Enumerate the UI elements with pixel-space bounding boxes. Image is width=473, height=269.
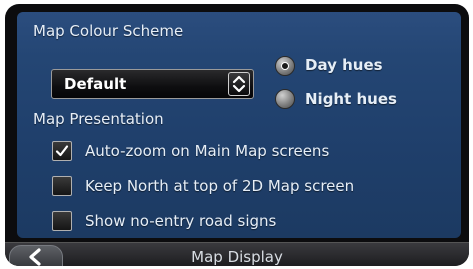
checkbox-auto-zoom[interactable]: [52, 141, 72, 161]
checkbox-label-keep-north: Keep North at top of 2D Map screen: [85, 177, 355, 195]
radio-night-hues[interactable]: [275, 89, 295, 109]
colour-scheme-dropdown[interactable]: Default: [51, 69, 254, 99]
dropdown-toggle[interactable]: [228, 72, 250, 96]
checkbox-label-auto-zoom: Auto-zoom on Main Map screens: [85, 142, 330, 160]
map-colour-scheme-label: Map Colour Scheme: [33, 22, 184, 40]
screen-title: Map Display: [191, 248, 283, 266]
dropdown-selected-value: Default: [64, 75, 127, 93]
radio-label-night-hues: Night hues: [305, 90, 397, 108]
bottom-bar: Map Display: [5, 242, 469, 266]
radio-selected-dot: [281, 62, 289, 70]
checkbox-label-no-entry-signs: Show no-entry road signs: [85, 212, 277, 230]
up-down-arrows-icon: [232, 75, 246, 93]
settings-panel: Map Colour Scheme Default Day hues Night…: [17, 12, 461, 238]
radio-day-hues[interactable]: [275, 56, 295, 76]
device-frame: Map Colour Scheme Default Day hues Night…: [5, 4, 469, 266]
checkmark-icon: [55, 145, 69, 157]
checkbox-keep-north[interactable]: [52, 176, 72, 196]
checkbox-no-entry-signs[interactable]: [52, 211, 72, 231]
map-presentation-label: Map Presentation: [33, 110, 164, 128]
radio-label-day-hues: Day hues: [305, 56, 383, 74]
